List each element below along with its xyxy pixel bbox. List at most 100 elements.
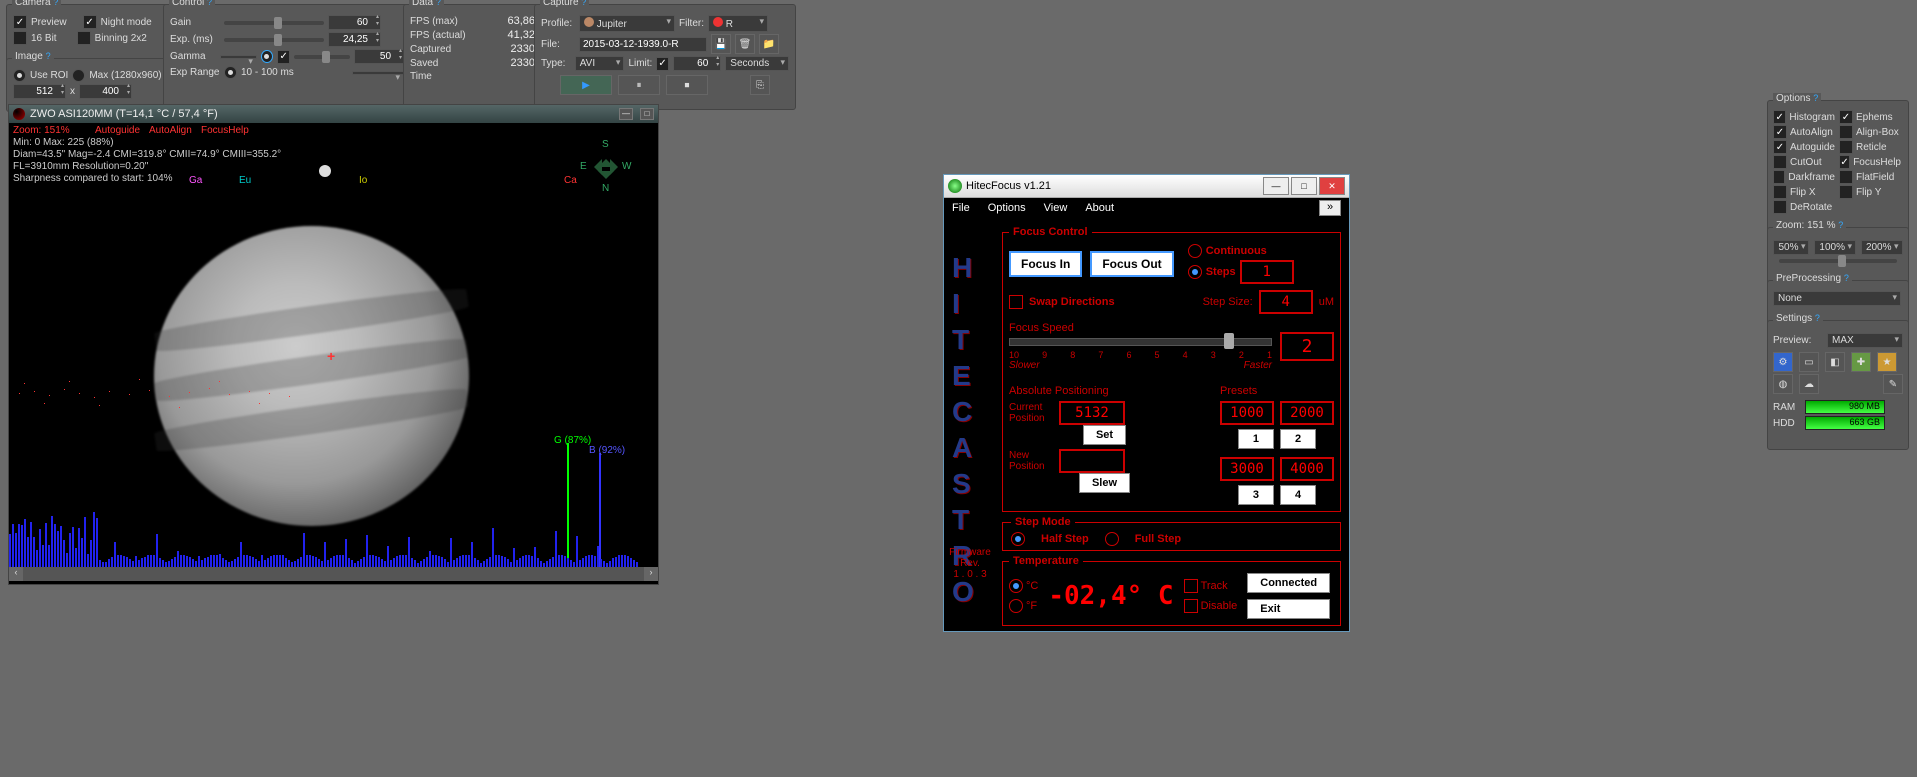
slew-button[interactable]: Slew <box>1079 473 1130 493</box>
filter-dropdown[interactable]: R <box>708 15 768 32</box>
opt-reticle-checkbox[interactable] <box>1839 140 1853 154</box>
set-button[interactable]: Set <box>1083 425 1126 445</box>
overlay-focushelp[interactable]: FocusHelp <box>201 125 249 136</box>
opt-ephems-checkbox[interactable] <box>1839 110 1853 124</box>
settings-icon-5[interactable]: ★ <box>1877 352 1897 372</box>
camwin-titlebar[interactable]: ZWO ASI120MM (T=14,1 °C / 57,4 °F) — □ <box>9 105 658 123</box>
preset-3-button[interactable]: 3 <box>1238 485 1274 505</box>
zoom-200-button[interactable]: 200% <box>1861 240 1903 255</box>
roi-width-input[interactable]: 512 <box>13 84 66 99</box>
type-dropdown[interactable]: AVI <box>575 56 625 71</box>
preset-2-button[interactable]: 2 <box>1280 429 1316 449</box>
nightmode-checkbox[interactable] <box>83 15 97 29</box>
fahrenheit-radio[interactable] <box>1009 599 1023 613</box>
settings-icon-4[interactable]: ✚ <box>1851 352 1871 372</box>
opt-flatfield-checkbox[interactable] <box>1839 170 1853 184</box>
swap-checkbox[interactable] <box>1009 295 1023 309</box>
hf-menu-expand-button[interactable]: » <box>1319 200 1341 216</box>
pause-button[interactable]: ⏸ <box>618 75 660 95</box>
continuous-radio[interactable] <box>1188 244 1202 258</box>
focus-in-button[interactable]: Focus In <box>1009 251 1082 277</box>
limit-unit-dropdown[interactable]: Seconds <box>725 56 789 71</box>
zoom-100-button[interactable]: 100% <box>1814 240 1856 255</box>
newpos-value[interactable] <box>1059 449 1125 473</box>
gamma-radio[interactable] <box>261 50 273 63</box>
opt-autoalign-checkbox[interactable] <box>1773 125 1787 139</box>
scroll-right-button[interactable]: › <box>644 567 658 581</box>
opt-autoguide-checkbox[interactable] <box>1773 140 1787 154</box>
stop-button[interactable]: ⏹ <box>666 75 708 95</box>
preset-2-value[interactable]: 2000 <box>1280 401 1334 425</box>
opt-flipx-checkbox[interactable] <box>1773 185 1787 199</box>
fullstep-radio[interactable] <box>1105 532 1119 546</box>
preset-1-button[interactable]: 1 <box>1238 429 1274 449</box>
settings-icon-2[interactable]: ▭ <box>1799 352 1819 372</box>
gain-value[interactable]: 60 <box>328 15 381 30</box>
preset-4-value[interactable]: 4000 <box>1280 457 1334 481</box>
halfstep-radio[interactable] <box>1011 532 1025 546</box>
gamma-slider[interactable] <box>294 55 350 59</box>
hf-menu-view[interactable]: View <box>1044 202 1068 214</box>
preset-4-button[interactable]: 4 <box>1280 485 1316 505</box>
settings-preview-dropdown[interactable]: MAX <box>1827 333 1903 348</box>
camwin-minimize-button[interactable]: — <box>619 108 633 120</box>
settings-icon-3[interactable]: ◧ <box>1825 352 1845 372</box>
roi-height-input[interactable]: 400 <box>79 84 132 99</box>
preset-3-value[interactable]: 3000 <box>1220 457 1274 481</box>
hf-menu-options[interactable]: Options <box>988 202 1026 214</box>
hf-minimize-button[interactable]: — <box>1263 177 1289 195</box>
camwin-hscroll[interactable]: ‹ › <box>9 567 658 581</box>
preview-checkbox[interactable] <box>13 15 27 29</box>
opt-histogram-checkbox[interactable] <box>1773 110 1786 124</box>
useroi-radio[interactable] <box>13 69 26 82</box>
overlay-autoguide[interactable]: Autoguide <box>95 125 140 136</box>
preset-1-value[interactable]: 1000 <box>1220 401 1274 425</box>
16bit-checkbox[interactable] <box>13 31 27 45</box>
stepsize-value[interactable]: 4 <box>1259 290 1313 314</box>
binning-checkbox[interactable] <box>77 31 91 45</box>
profile-dropdown[interactable]: Jupiter <box>579 15 675 32</box>
steps-value[interactable]: 1 <box>1240 260 1294 284</box>
disable-checkbox[interactable] <box>1184 599 1198 613</box>
opt-alignbox-checkbox[interactable] <box>1839 125 1853 139</box>
hf-menu-about[interactable]: About <box>1085 202 1114 214</box>
file-folder-icon[interactable]: 📁 <box>759 34 779 54</box>
exit-button[interactable]: Exit <box>1247 599 1330 619</box>
gamma-value[interactable]: 50 <box>354 49 404 64</box>
capture-settings-icon[interactable]: ⎘ <box>750 75 770 95</box>
maxres-radio[interactable] <box>72 69 85 82</box>
camera-view[interactable]: Zoom: 151% Autoguide AutoAlign FocusHelp… <box>9 123 658 567</box>
exprange-dropdown[interactable] <box>352 71 404 75</box>
scroll-left-button[interactable]: ‹ <box>9 567 23 581</box>
opt-flipy-checkbox[interactable] <box>1839 185 1853 199</box>
compass-right-icon[interactable] <box>610 159 626 175</box>
hf-maximize-button[interactable]: □ <box>1291 177 1317 195</box>
exp-slider[interactable] <box>224 38 324 42</box>
file-input[interactable] <box>579 37 707 52</box>
limit-value[interactable]: 60 <box>673 56 721 71</box>
file-delete-icon[interactable]: 🗑 <box>735 34 755 54</box>
gamma-dropdown[interactable] <box>220 55 257 59</box>
compass-left-icon[interactable] <box>586 159 602 175</box>
opt-darkframe-checkbox[interactable] <box>1773 170 1785 184</box>
compass-widget[interactable]: S N E W <box>578 141 638 201</box>
opt-derotate-checkbox[interactable] <box>1773 200 1787 214</box>
hf-menu-file[interactable]: File <box>952 202 970 214</box>
celsius-radio[interactable] <box>1009 579 1023 593</box>
opt-focushelp-checkbox[interactable] <box>1839 155 1850 169</box>
settings-icon-6[interactable]: ◍ <box>1773 374 1793 394</box>
gamma-checkbox[interactable] <box>277 50 290 64</box>
focusspeed-slider[interactable] <box>1009 338 1272 346</box>
play-button[interactable]: ▶ <box>560 75 612 95</box>
hf-close-button[interactable]: ✕ <box>1319 177 1345 195</box>
track-checkbox[interactable] <box>1184 579 1198 593</box>
connected-button[interactable]: Connected <box>1247 573 1330 593</box>
settings-icon-1[interactable]: ⚙ <box>1773 352 1793 372</box>
settings-icon-7[interactable]: ☁ <box>1799 374 1819 394</box>
overlay-autoalign[interactable]: AutoAlign <box>149 125 192 136</box>
exp-value[interactable]: 24,25 <box>328 32 381 47</box>
file-save-icon[interactable]: 💾 <box>711 34 731 54</box>
steps-radio[interactable] <box>1188 265 1202 279</box>
exprange-radio[interactable] <box>224 66 237 79</box>
settings-icon-8[interactable]: ✎ <box>1883 374 1903 394</box>
